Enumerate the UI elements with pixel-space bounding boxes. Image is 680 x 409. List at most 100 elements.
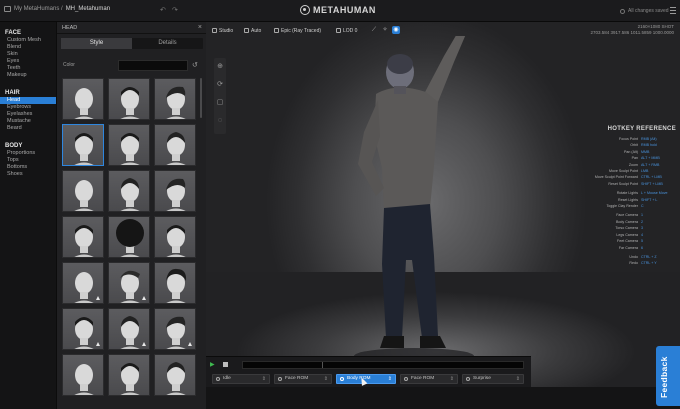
hotkey-action: Toggle Clay Render: [606, 204, 638, 209]
hairstyle-tile[interactable]: [62, 216, 104, 258]
panel-title-text: HEAD: [62, 25, 78, 31]
anim-surprise[interactable]: Surprise ⇕: [462, 374, 524, 384]
nav-item-eyelashes[interactable]: Eyelashes: [0, 111, 56, 118]
hotkey-key: CTRL + Y: [641, 261, 657, 266]
metahuman-logo: METAHUMAN: [300, 5, 376, 15]
color-row: Color ↺: [62, 60, 202, 71]
color-label: Color: [63, 62, 75, 68]
nav-item-shoes[interactable]: Shoes: [0, 171, 56, 178]
chevron-down-icon: ⇕: [261, 376, 266, 382]
hairstyle-tile[interactable]: [154, 216, 196, 258]
menu-icon[interactable]: [670, 7, 676, 16]
hotkey-reference: HOTKEY REFERENCE Focus Point RMB (Alt) Orb…: [586, 126, 676, 267]
hairstyle-tile[interactable]: [62, 124, 104, 166]
lod-icon: [336, 28, 341, 33]
sculpt-icon[interactable]: ✧: [381, 26, 389, 34]
hairstyle-tile[interactable]: [154, 354, 196, 396]
breadcrumb: My MetaHumans / MH_Metahuman: [4, 6, 110, 12]
reset-view-icon[interactable]: ◌: [214, 112, 226, 130]
nav-section-face: FACE: [5, 30, 22, 36]
hairstyle-tile[interactable]: [62, 354, 104, 396]
quality-label: Epic (Ray Traced): [281, 27, 322, 34]
hairstyle-tile[interactable]: [62, 78, 104, 120]
close-icon[interactable]: ×: [198, 24, 202, 31]
lighting-dropdown[interactable]: Studio: [212, 26, 233, 35]
nav-item-beard[interactable]: Beard: [0, 125, 56, 132]
anim-face-rom-2-icon: [404, 377, 408, 381]
nav-item-mustache[interactable]: Mustache: [0, 118, 56, 125]
hotkey-key: 6: [641, 245, 643, 250]
tab-style[interactable]: Style: [61, 38, 132, 49]
anim-idle[interactable]: Idle ⇕: [212, 374, 270, 384]
saved-check-icon: [620, 8, 625, 14]
hairstyle-tile[interactable]: [108, 216, 150, 258]
hairstyle-tile[interactable]: [154, 308, 196, 350]
metahuman-character[interactable]: [346, 36, 476, 366]
brush-icon[interactable]: ⟋: [370, 26, 378, 34]
hairstyle-tile[interactable]: [62, 308, 104, 350]
hairstyle-tile[interactable]: [154, 170, 196, 212]
feedback-button[interactable]: Feedback: [656, 346, 680, 406]
hotkey-key: SHIFT + LMB: [641, 181, 663, 186]
anim-face-rom-2[interactable]: Face ROM ⇕: [400, 374, 458, 384]
play-icon[interactable]: ▶: [210, 361, 215, 368]
hairstyle-tile[interactable]: [108, 308, 150, 350]
head-hair-panel: HEAD × Style Details Color ↺: [56, 22, 206, 409]
scale-icon[interactable]: ▢: [214, 94, 226, 112]
nav-item-bottoms[interactable]: Bottoms: [0, 164, 56, 171]
category-nav: FACE Custom Mesh Blend Skin Eyes Teeth M…: [0, 22, 56, 409]
lod-dropdown[interactable]: LOD 0: [336, 26, 357, 35]
lighting-label: Studio: [219, 27, 234, 34]
nav-item-teeth[interactable]: Teeth: [0, 65, 56, 72]
feedback-label: Feedback: [659, 356, 669, 398]
tab-details[interactable]: Details: [132, 38, 203, 49]
nav-item-head[interactable]: Head: [0, 97, 56, 104]
nav-item-custom-mesh[interactable]: Custom Mesh: [0, 37, 56, 44]
camera-dropdown[interactable]: Auto: [244, 26, 261, 35]
chevron-down-icon: ⇕: [323, 376, 328, 382]
hairstyle-tile[interactable]: [108, 354, 150, 396]
hairstyle-tile[interactable]: [108, 78, 150, 120]
metahuman-creator-app: My MetaHumans / MH_Metahuman ↶ ↷ METAHUM…: [0, 0, 680, 409]
nav-section-hair: HAIR: [5, 90, 20, 96]
hotkey-row: Far Camera 6: [586, 245, 676, 251]
hairstyle-tile[interactable]: [62, 170, 104, 212]
rotate-icon[interactable]: ⟳: [214, 76, 226, 94]
nav-item-skin[interactable]: Skin: [0, 51, 56, 58]
viewport-stats: 2160×1080 SHOT 2703.584 3917.586 1011.58…: [591, 24, 675, 36]
character-viewport[interactable]: Studio Auto Epic (Ray Traced) LOD 0 ⟋ ✧ …: [206, 22, 680, 387]
hotkey-action: Redo: [629, 261, 638, 266]
nav-item-blend[interactable]: Blend: [0, 44, 56, 51]
chevron-down-icon: ⇕: [449, 376, 454, 382]
nav-item-tops[interactable]: Tops: [0, 157, 56, 164]
hotkey-row: Reset Sculpt Point SHIFT + LMB: [586, 181, 676, 187]
lod-label: LOD 0: [343, 27, 358, 34]
nav-item-makeup[interactable]: Makeup: [0, 72, 56, 79]
hairstyle-tile[interactable]: [108, 170, 150, 212]
hairstyle-tile[interactable]: [108, 124, 150, 166]
hairstyle-tile[interactable]: [62, 262, 104, 304]
hairstyle-tile[interactable]: [108, 262, 150, 304]
timeline-track[interactable]: [242, 361, 524, 369]
anim-face-rom[interactable]: Face ROM ⇕: [274, 374, 332, 384]
breadcrumb-root-link[interactable]: My MetaHumans /: [14, 6, 63, 12]
nav-item-eyebrows[interactable]: Eyebrows: [0, 104, 56, 111]
camera-label: Auto: [251, 27, 262, 34]
panel-scrollbar[interactable]: [200, 78, 202, 118]
nav-item-eyes[interactable]: Eyes: [0, 58, 56, 65]
quality-dropdown[interactable]: Epic (Ray Traced): [274, 26, 321, 35]
redo-icon[interactable]: ↷: [172, 6, 178, 14]
nav-item-proportions[interactable]: Proportions: [0, 150, 56, 157]
color-swatch[interactable]: [118, 60, 188, 71]
anim-surprise-icon: [466, 377, 470, 381]
move-icon[interactable]: ⊕: [214, 58, 226, 76]
anim-label: Surprise: [473, 376, 491, 381]
hairstyle-tile[interactable]: [154, 262, 196, 304]
quality-icon: [274, 28, 279, 33]
eye-icon[interactable]: ◉: [392, 26, 400, 34]
hairstyle-tile[interactable]: [154, 78, 196, 120]
undo-icon[interactable]: ↶: [160, 6, 166, 14]
hairstyle-tile[interactable]: [154, 124, 196, 166]
stop-icon[interactable]: [223, 362, 228, 367]
reset-icon[interactable]: ↺: [192, 61, 198, 69]
